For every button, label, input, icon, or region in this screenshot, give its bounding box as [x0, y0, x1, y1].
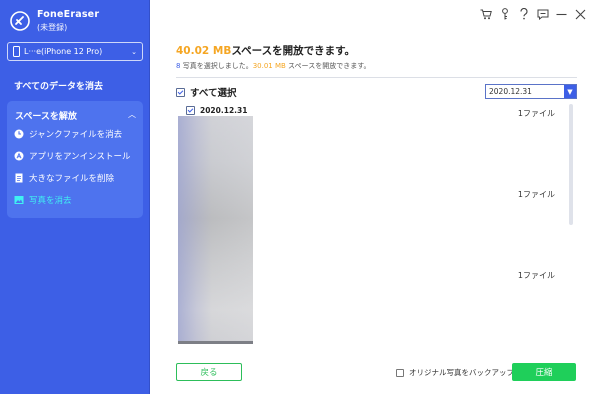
select-all-label: すべて選択 [190, 88, 237, 99]
selected-size: 30.01 MB [252, 62, 286, 70]
file-count: 1ファイル [517, 271, 555, 280]
backup-checkbox[interactable] [396, 368, 404, 377]
dropdown-arrow-icon[interactable]: ▼ [564, 85, 576, 98]
sidebar: FoneEraser (未登録) L···e(iPhone 12 Pro) ⌄ … [0, 0, 150, 394]
backup-option-label: オリジナル写真をバックアップ [409, 368, 514, 377]
sidebar-item-label: ジャンクファイルを消去 [29, 130, 123, 140]
app-name: FoneEraser [37, 9, 100, 20]
sidebar-item-uninstall-apps[interactable]: アプリをアンインストール [14, 148, 131, 164]
selection-summary: 8 写真を選択しました。30.01 MB スペースを開放できます。 [176, 61, 371, 71]
back-button[interactable]: 戻る [176, 363, 242, 381]
sidebar-group-title[interactable]: スペースを解放 [15, 109, 77, 122]
photo-thumbnail[interactable] [178, 116, 253, 344]
sidebar-item-large-files[interactable]: 大きなファイルを削除 [14, 170, 114, 186]
chevron-down-icon: ⌄ [131, 47, 137, 56]
help-icon[interactable] [514, 6, 533, 22]
registration-status[interactable]: (未登録) [37, 22, 67, 33]
file-count: 1ファイル [517, 190, 555, 199]
sidebar-item-junk-files[interactable]: ジャンクファイルを消去 [14, 126, 122, 142]
selection-text-end: スペースを開放できます。 [285, 62, 371, 70]
close-icon[interactable] [571, 6, 590, 22]
file-count: 1ファイル [517, 109, 555, 118]
sidebar-item-label: 大きなファイルを削除 [29, 174, 115, 184]
date-filter-value: 2020.12.31 [489, 87, 532, 96]
photo-icon [14, 195, 24, 205]
minimize-icon[interactable] [552, 6, 571, 22]
feedback-icon[interactable] [533, 6, 552, 22]
app-store-icon [14, 151, 24, 161]
backup-original-option[interactable]: オリジナル写真をバックアップ [396, 367, 514, 378]
device-name: L···e(iPhone 12 Pro) [24, 47, 103, 56]
phone-icon [13, 46, 20, 57]
freeable-size: 40.02 MB [176, 45, 232, 57]
summary-title-text: スペースを開放できます。 [231, 45, 356, 57]
device-selector[interactable]: L···e(iPhone 12 Pro) ⌄ [7, 42, 143, 61]
sidebar-item-erase-photos[interactable]: 写真を消去 [14, 192, 72, 208]
cart-icon[interactable] [476, 6, 495, 22]
app-logo-icon [10, 11, 30, 31]
sidebar-item-label: 写真を消去 [29, 196, 72, 206]
scrollbar[interactable] [569, 104, 573, 225]
divider [176, 77, 577, 78]
clock-icon [14, 129, 24, 139]
summary-title: 40.02 MBスペースを開放できます。 [176, 43, 355, 58]
free-space-group: スペースを解放 ︿ ジャンクファイルを消去 アプリをアンインストール 大きなファ… [7, 101, 143, 218]
checkbox-checked[interactable] [176, 87, 185, 97]
key-icon[interactable] [495, 6, 514, 22]
chevron-up-icon[interactable]: ︿ [128, 109, 136, 120]
document-icon [14, 173, 24, 183]
select-all-checkbox[interactable]: すべて選択 [176, 85, 236, 99]
selection-text: 写真を選択しました。 [180, 62, 253, 70]
sidebar-item-erase-all[interactable]: すべてのデータを消去 [14, 79, 103, 92]
window-controls [476, 6, 590, 22]
date-filter-dropdown[interactable]: 2020.12.31 ▼ [485, 84, 577, 99]
date-group-header[interactable]: 2020.12.31 [186, 106, 247, 115]
sidebar-item-label: アプリをアンインストール [29, 152, 131, 162]
checkbox-checked[interactable] [186, 106, 195, 115]
date-group-label: 2020.12.31 [200, 106, 248, 115]
compress-button[interactable]: 圧縮 [512, 363, 576, 381]
